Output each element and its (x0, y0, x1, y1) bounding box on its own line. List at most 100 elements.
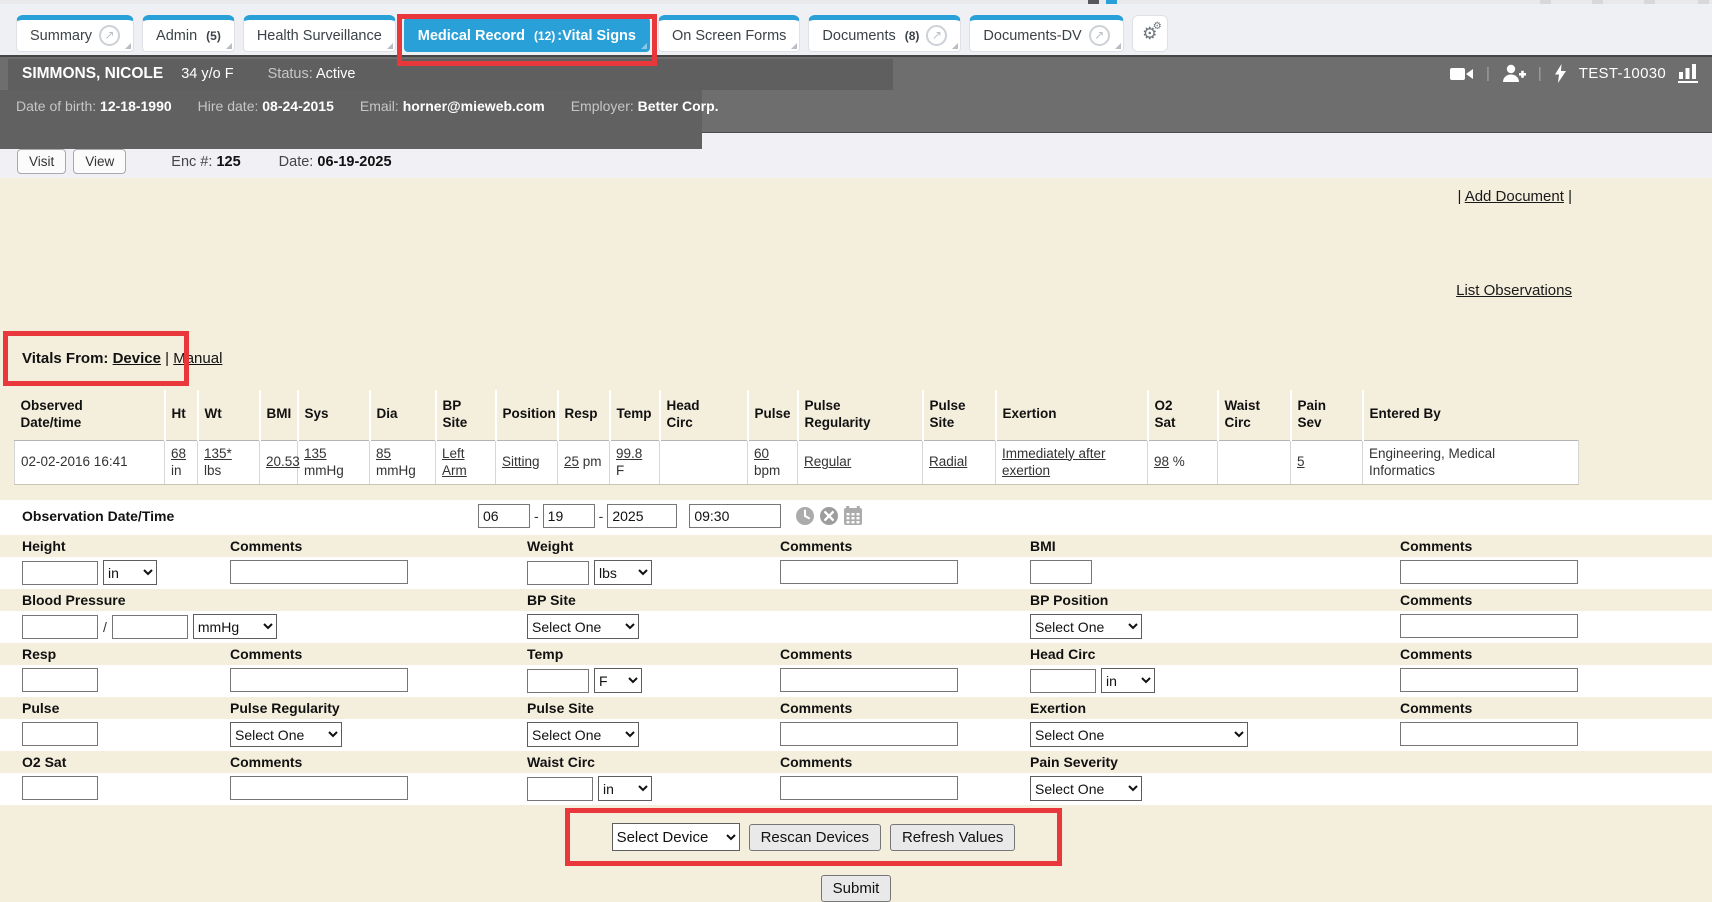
tab-summary[interactable]: Summary ↗ (16, 15, 134, 52)
rescan-devices-button[interactable]: Rescan Devices (749, 824, 881, 851)
tab-on-screen-forms[interactable]: On Screen Forms (658, 15, 800, 52)
pain-sev-link[interactable]: 5 (1297, 454, 1305, 469)
bp-site-label: BP Site (527, 592, 576, 608)
pulse-comments-input[interactable] (780, 722, 958, 746)
list-observations-link[interactable]: List Observations (1456, 282, 1572, 299)
external-link-icon[interactable]: ↗ (926, 25, 947, 46)
select-device-dropdown[interactable]: Select Device (612, 823, 740, 851)
position-link[interactable]: Sitting (502, 454, 540, 469)
head-circ-unit-select[interactable]: in (1101, 668, 1155, 693)
temp-unit-select[interactable]: F (594, 668, 642, 693)
tab-label: Documents (822, 28, 895, 44)
hire-date-value: 08-24-2015 (262, 98, 334, 114)
obs-time-input[interactable] (689, 504, 781, 528)
pulse-input[interactable] (22, 722, 98, 746)
head-circ-input[interactable] (1030, 669, 1096, 693)
pulse-site-link[interactable]: Radial (929, 454, 967, 469)
vitals-from-manual-link[interactable]: Manual (173, 350, 222, 367)
sys-value-link[interactable]: 135 (304, 446, 327, 461)
waist-circ-unit-select[interactable]: in (598, 776, 652, 801)
visit-button[interactable]: Visit (17, 149, 66, 174)
tab-medical-record-vital-signs[interactable]: Medical Record (12) :Vital Signs (404, 15, 650, 52)
head-circ-comments-input[interactable] (1400, 668, 1578, 692)
waist-circ-comments-input[interactable] (780, 776, 958, 800)
bp-site-select[interactable]: Select One (527, 614, 639, 639)
exertion-select[interactable]: Select One (1030, 722, 1248, 747)
weight-unit-select[interactable]: lbs (594, 560, 652, 585)
bmi-comments-input[interactable] (1400, 560, 1578, 584)
dia-value-link[interactable]: 85 (376, 446, 391, 461)
separator: | (165, 350, 169, 367)
pulse-regularity-select[interactable]: Select One (230, 722, 342, 747)
add-person-icon[interactable] (1502, 64, 1526, 83)
temp-comments-input[interactable] (780, 668, 958, 692)
pain-severity-select[interactable]: Select One (1030, 776, 1142, 801)
cell-exertion: Immediately after exertion (996, 440, 1148, 484)
calendar-icon[interactable] (843, 506, 863, 526)
pulse-site-select[interactable]: Select One (527, 722, 639, 747)
exertion-comments-input[interactable] (1400, 722, 1578, 746)
exertion-link[interactable]: Immediately after exertion (1002, 446, 1106, 479)
weight-input[interactable] (527, 561, 589, 585)
refresh-values-button[interactable]: Refresh Values (890, 824, 1015, 851)
view-button[interactable]: View (73, 149, 126, 174)
col-pulse: Pulse (755, 406, 791, 423)
tab-documents[interactable]: Documents (8) ↗ (808, 15, 961, 52)
resp-comments-input[interactable] (230, 668, 408, 692)
obs-year-input[interactable] (607, 504, 677, 528)
temp-value-link[interactable]: 99.8 (616, 446, 642, 461)
tab-documents-dv[interactable]: Documents-DV ↗ (969, 15, 1123, 52)
bp-unit-select[interactable]: mmHg (193, 614, 277, 639)
vitals-from-device-link[interactable]: Device (113, 350, 161, 367)
height-unit-select[interactable]: in (103, 560, 157, 585)
external-link-icon[interactable]: ↗ (1089, 25, 1110, 46)
bmi-input[interactable] (1030, 560, 1092, 584)
submit-button[interactable]: Submit (821, 875, 892, 902)
ht-value-link[interactable]: 68 (171, 446, 186, 461)
bp-systolic-input[interactable] (22, 615, 98, 639)
o2-sat-comments-input[interactable] (230, 776, 408, 800)
tab-admin[interactable]: Admin (5) (142, 15, 235, 52)
waist-circ-input[interactable] (527, 777, 593, 801)
pulse-regularity-link[interactable]: Regular (804, 454, 851, 469)
add-document-link[interactable]: Add Document (1465, 188, 1564, 205)
list-observations-line: List Observations (1456, 282, 1572, 299)
wt-value-link[interactable]: 135* (204, 446, 232, 461)
bp-comments-input[interactable] (1400, 614, 1578, 638)
hire-date-label: Hire date: (198, 98, 259, 114)
bp-diastolic-input[interactable] (112, 615, 188, 639)
weight-comments-input[interactable] (780, 560, 958, 584)
resp-value-link[interactable]: 25 (564, 454, 579, 469)
pulse-value-link[interactable]: 60 (754, 446, 769, 461)
vital-signs-content: | Add Document | List Observations Vital… (0, 178, 1712, 893)
flowsheet-chart-icon[interactable] (1678, 64, 1698, 83)
bp-site-link[interactable]: Left Arm (442, 446, 467, 479)
height-input[interactable] (22, 561, 98, 585)
col-waist-circ: Waist Circ (1225, 398, 1271, 432)
o2-unit: % (1173, 454, 1185, 469)
video-camera-icon[interactable] (1450, 66, 1474, 82)
col-exertion: Exertion (1003, 406, 1057, 423)
col-pulse-regularity: Pulse Regularity (805, 398, 883, 432)
tab-health-surveillance[interactable]: Health Surveillance (243, 15, 396, 52)
tab-settings-button[interactable]: ⚙ ⚙ (1132, 15, 1168, 52)
obs-day-input[interactable] (543, 504, 595, 528)
temp-unit: F (616, 463, 624, 478)
quick-action-bolt-icon[interactable] (1554, 64, 1567, 83)
dob-value: 12-18-1990 (100, 98, 172, 114)
temp-input[interactable] (527, 669, 589, 693)
exertion-label: Exertion (1030, 700, 1086, 716)
resp-input[interactable] (22, 668, 98, 692)
clock-icon[interactable] (795, 506, 815, 526)
cell-entered-by: Engineering, Medical Informatics (1363, 440, 1579, 484)
bmi-value-link[interactable]: 20.53 (266, 454, 300, 469)
external-link-icon[interactable]: ↗ (99, 25, 120, 46)
clear-datetime-icon[interactable] (819, 506, 839, 526)
comments-label: Comments (230, 646, 302, 662)
height-comments-input[interactable] (230, 560, 408, 584)
o2-sat-link[interactable]: 98 (1154, 454, 1169, 469)
bp-position-select[interactable]: Select One (1030, 614, 1142, 639)
cell-pain-sev: 5 (1291, 440, 1363, 484)
o2-sat-input[interactable] (22, 776, 98, 800)
obs-month-input[interactable] (478, 504, 530, 528)
